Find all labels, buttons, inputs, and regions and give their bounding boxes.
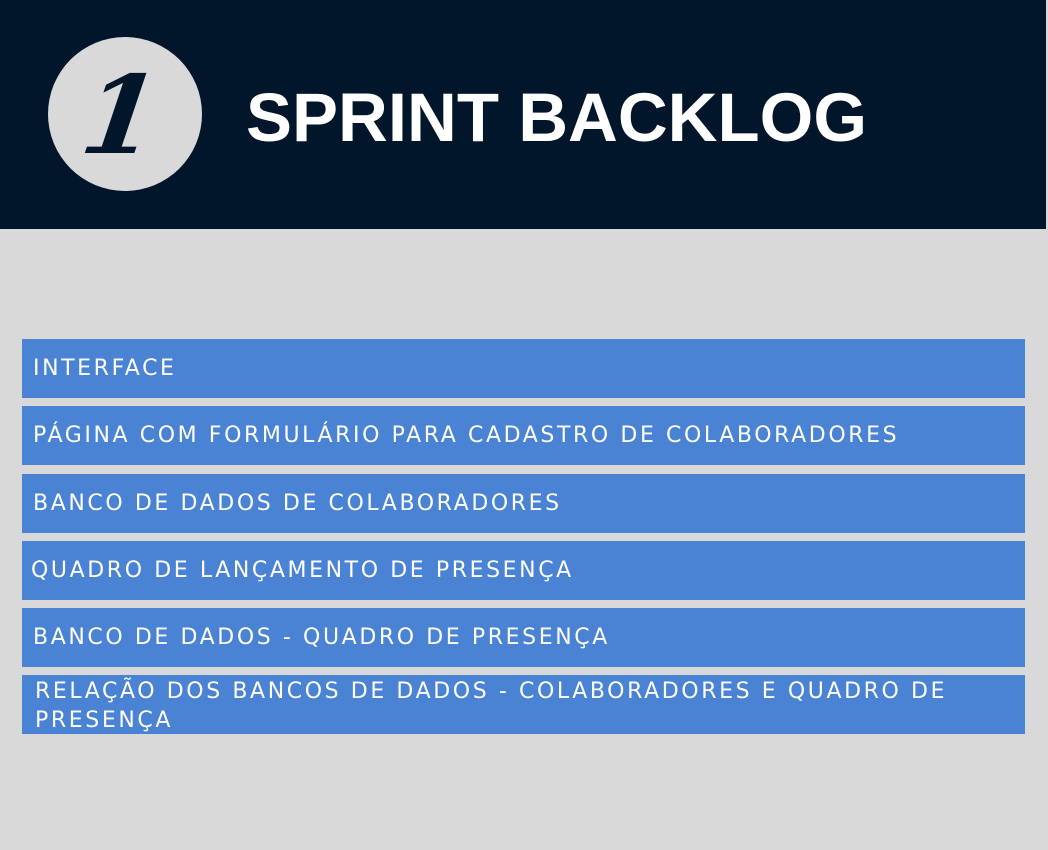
- backlog-item-collaborators-database: BANCO DE DADOS DE COLABORADORES: [22, 474, 1025, 533]
- sprint-number: 1: [74, 53, 168, 179]
- header-banner: 1 SPRINT BACKLOG: [0, 0, 1046, 229]
- sprint-number-badge: 1: [48, 37, 202, 191]
- backlog-item-database-relation: RELAÇÃO DOS BANCOS DE DADOS - COLABORADO…: [22, 675, 1025, 734]
- backlog-item-attendance-database: BANCO DE DADOS - QUADRO DE PRESENÇA: [22, 608, 1025, 667]
- page-title: SPRINT BACKLOG: [246, 79, 867, 156]
- backlog-item-attendance-board: QUADRO DE LANÇAMENTO DE PRESENÇA: [22, 541, 1025, 600]
- backlog-item-interface: INTERFACE: [22, 339, 1025, 398]
- backlog-item-collaborator-form-page: PÁGINA COM FORMULÁRIO PARA CADASTRO DE C…: [22, 406, 1025, 465]
